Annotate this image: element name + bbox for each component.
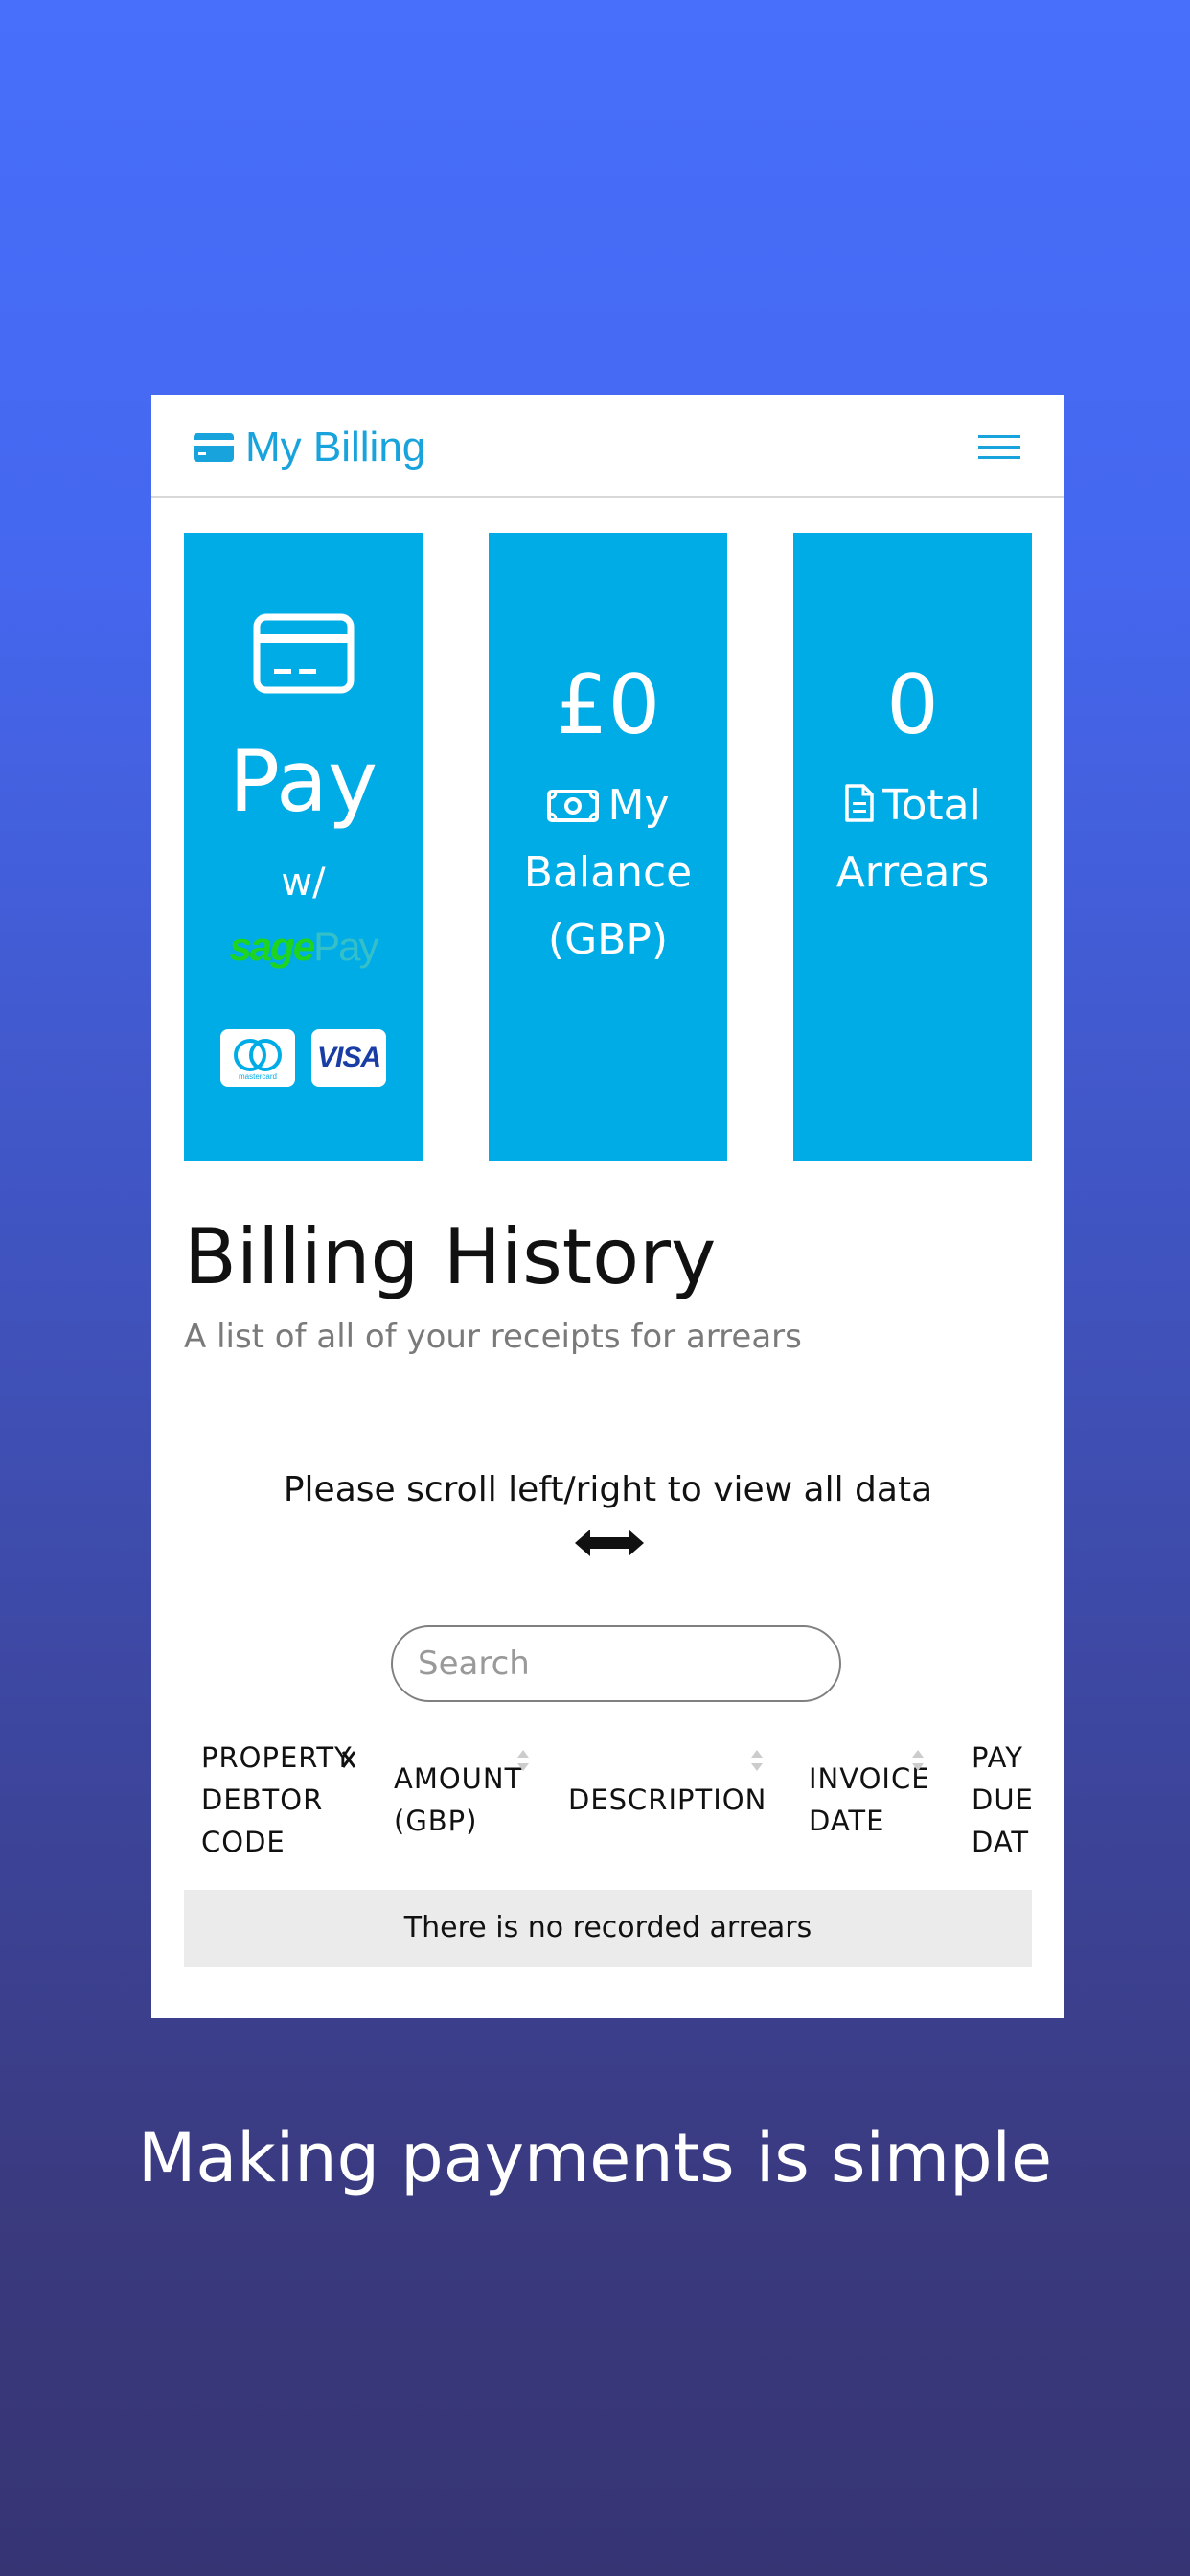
balance-caption-line1: My	[607, 781, 670, 830]
billing-history-title: Billing History	[184, 1212, 717, 1301]
arrears-value: 0	[886, 657, 939, 753]
visa-logo: VISA	[311, 1029, 386, 1087]
arrears-caption: Total Arrears	[793, 772, 1032, 907]
balance-value: £0	[555, 657, 661, 753]
sort-icon[interactable]	[910, 1748, 926, 1773]
sort-icon[interactable]	[515, 1748, 531, 1773]
card-outline-icon	[253, 613, 355, 694]
sagepay-logo-sage: sage	[229, 924, 315, 969]
column-header-amount[interactable]: AMOUNT (GBP)	[394, 1758, 522, 1842]
document-icon	[845, 784, 874, 822]
sort-icon[interactable]	[341, 1748, 356, 1773]
search-input[interactable]	[391, 1625, 841, 1702]
mastercard-icon: mastercard	[234, 1039, 282, 1081]
sagepay-logo: sagePay	[184, 924, 423, 970]
scroll-hint: Please scroll left/right to view all dat…	[283, 1470, 933, 1509]
pay-label: Pay	[228, 732, 378, 831]
billing-history-subtitle: A list of all of your receipts for arrea…	[184, 1318, 802, 1356]
arrears-caption-line1: Total	[882, 781, 981, 830]
pay-with-label: w/	[281, 861, 326, 905]
app-screen: My Billing Pay w/ sagePay mastercard VIS…	[151, 395, 1064, 2018]
left-right-arrow-icon	[575, 1530, 644, 1556]
money-bill-icon	[547, 790, 600, 822]
mastercard-wordmark: mastercard	[239, 1072, 277, 1081]
column-header-property-debtor-code[interactable]: PROPERTY DEBTOR CODE	[201, 1736, 353, 1863]
column-header-description[interactable]: DESCRIPTION	[568, 1779, 767, 1821]
balance-caption-line2: Balance	[523, 848, 693, 897]
arrears-tile[interactable]: 0 Total Arrears	[793, 533, 1032, 1162]
pay-tile[interactable]: Pay w/ sagePay mastercard VISA	[184, 533, 423, 1162]
marketing-tagline: Making payments is simple	[137, 2119, 1053, 2197]
brand-title: My Billing	[245, 424, 426, 471]
credit-card-icon	[194, 433, 234, 462]
hamburger-menu-icon[interactable]	[978, 433, 1020, 462]
mastercard-logo: mastercard	[220, 1029, 295, 1087]
balance-caption-line3: (GBP)	[547, 915, 669, 964]
sagepay-logo-pay: Pay	[313, 924, 378, 969]
sort-icon[interactable]	[749, 1748, 765, 1773]
visa-wordmark: VISA	[316, 1042, 381, 1073]
column-header-pay-due-date[interactable]: PAY DUE DAT	[972, 1736, 1034, 1863]
balance-caption: My Balance (GBP)	[489, 772, 727, 974]
brand-link[interactable]: My Billing	[194, 424, 425, 472]
navbar: My Billing	[151, 395, 1064, 498]
arrears-caption-line2: Arrears	[835, 848, 990, 897]
table-header: PROPERTY DEBTOR CODE AMOUNT (GBP) DESCRI…	[151, 1736, 1064, 1890]
balance-tile[interactable]: £0 My Balance (GBP)	[489, 533, 727, 1162]
empty-table-message: There is no recorded arrears	[184, 1890, 1032, 1966]
